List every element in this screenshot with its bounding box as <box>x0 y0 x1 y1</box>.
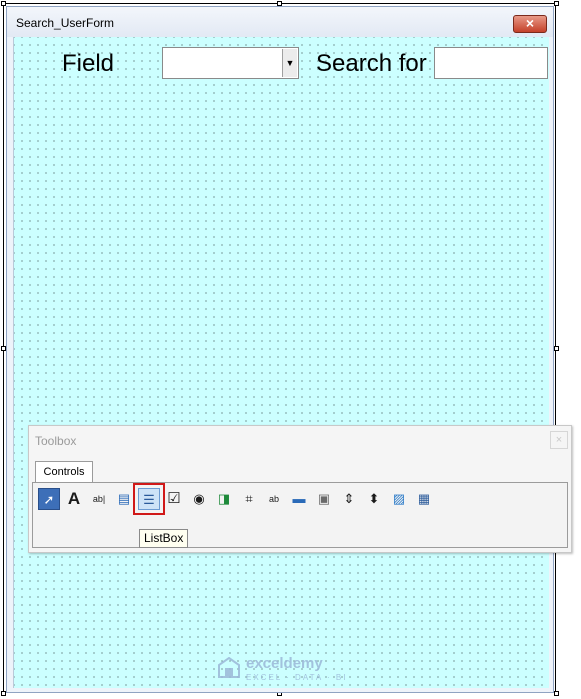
tab-controls[interactable]: Controls <box>35 461 93 483</box>
resize-handle-bottom-right[interactable] <box>554 691 559 696</box>
listbox-tool-icon[interactable]: ☰ <box>133 483 165 515</box>
refedit-tool-icon[interactable]: ▦ <box>413 488 435 510</box>
field-combobox[interactable]: ▼ <box>162 47 299 79</box>
chevron-down-icon: ▼ <box>285 58 295 68</box>
dropdown-arrow-button[interactable]: ▼ <box>282 49 297 77</box>
image-tool-icon[interactable]: ▨ <box>388 488 410 510</box>
spinbutton-tool-icon[interactable]: ⬍ <box>363 488 385 510</box>
toolbox-controls-panel: ➚ A ab| ▤ ☰ ☑ ◉ ◨ ⌗ ab ▬ ▣ ⇕ ⬍ ▨ ▦ <box>32 482 568 548</box>
frame-tool-icon[interactable]: ⌗ <box>238 488 260 510</box>
close-icon: × <box>555 434 563 446</box>
userform-window[interactable]: Search_UserForm × Field ▼ Search for <box>6 6 554 693</box>
search-for-label[interactable]: Search for <box>316 50 427 78</box>
toolbox-window[interactable]: Toolbox × Controls ➚ A ab| ▤ ☰ ☑ ◉ ◨ ⌗ a… <box>28 425 572 553</box>
optionbutton-tool-icon[interactable]: ◉ <box>188 488 210 510</box>
watermark-tagline: EXCEL · DATA · BI <box>246 673 348 682</box>
title-bar[interactable]: Search_UserForm × <box>7 7 553 37</box>
tabstrip-tool-icon[interactable]: ▬ <box>288 488 310 510</box>
scrollbar-tool-icon[interactable]: ⇕ <box>338 488 360 510</box>
textbox-tool-icon[interactable]: ab| <box>88 488 110 510</box>
window-title: Search_UserForm <box>16 16 115 30</box>
watermark-brand: exceldemy <box>246 655 323 672</box>
commandbutton-tool-icon[interactable]: ab <box>263 488 285 510</box>
listbox-tooltip: ListBox <box>139 529 189 548</box>
resize-handle-top-right[interactable] <box>554 1 559 6</box>
multipage-tool-icon[interactable]: ▣ <box>313 488 335 510</box>
toolbox-title: Toolbox <box>35 434 77 448</box>
label-tool-icon[interactable]: A <box>63 488 85 510</box>
pointer-tool-icon[interactable]: ➚ <box>38 488 60 510</box>
checkbox-tool-icon[interactable]: ☑ <box>163 488 185 510</box>
togglebutton-tool-icon[interactable]: ◨ <box>213 488 235 510</box>
field-label[interactable]: Field <box>62 50 114 78</box>
toolbox-close-button[interactable]: × <box>550 431 568 449</box>
search-textbox[interactable] <box>434 47 548 79</box>
combobox-tool-icon[interactable]: ▤ <box>113 488 135 510</box>
form-canvas[interactable]: Field ▼ Search for <box>13 37 549 688</box>
close-icon: × <box>525 15 535 31</box>
close-button[interactable]: × <box>513 15 547 33</box>
exceldemy-logo-icon <box>218 657 240 678</box>
resize-handle-mid-right[interactable] <box>554 346 559 351</box>
